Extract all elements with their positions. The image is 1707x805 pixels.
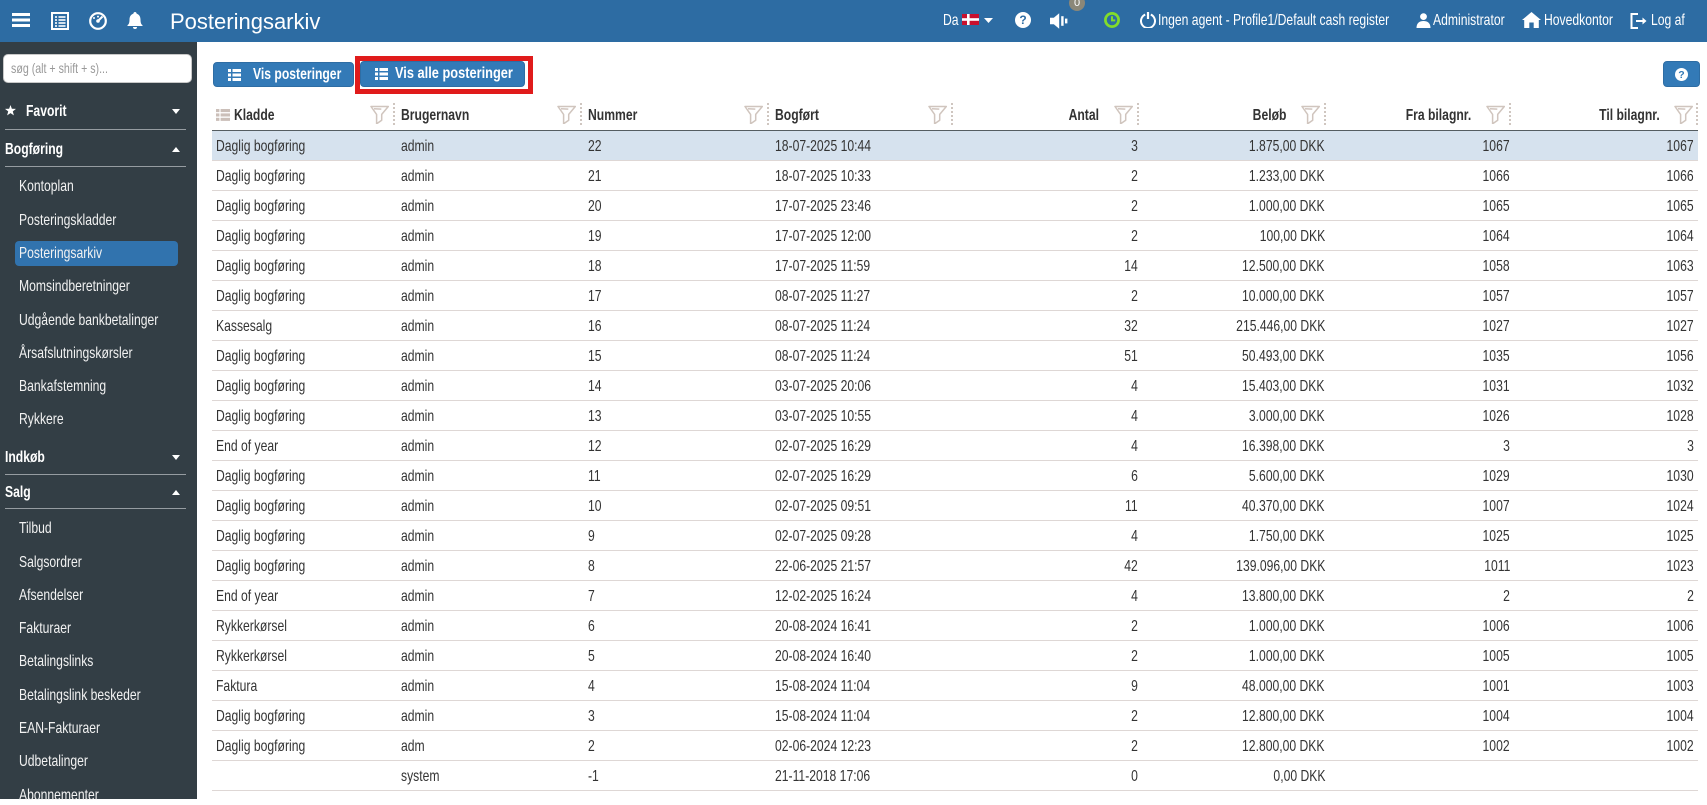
svg-text:?: ? xyxy=(1678,69,1684,81)
svg-text:?: ? xyxy=(1019,13,1026,27)
